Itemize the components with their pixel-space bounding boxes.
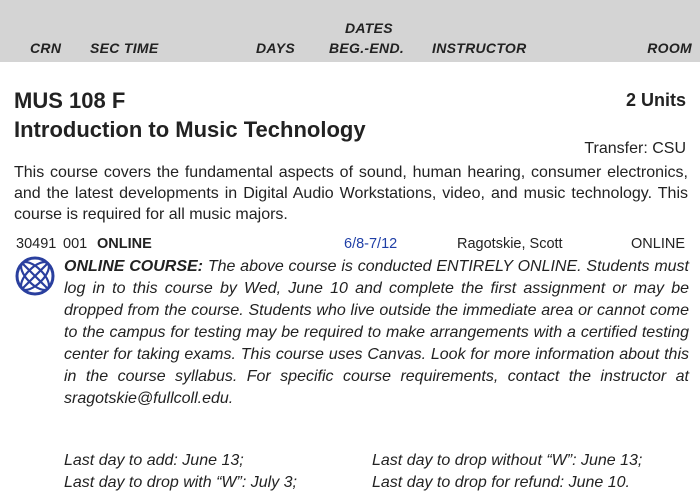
header-crn: CRN (30, 40, 62, 56)
section-mode: ONLINE (97, 236, 152, 252)
deadline-drop-with-w: Last day to drop with “W”: July 3; (64, 474, 297, 491)
course-description: This course covers the fundamental aspec… (14, 164, 688, 223)
column-header-bar: CRN SEC TIME DAYS DATES BEG.-END. INSTRU… (0, 0, 700, 62)
section-crn: 30491 (16, 236, 57, 252)
note-body: The above course is conducted ENTIRELY O… (64, 258, 690, 407)
deadline-add: Last day to add: June 13; (64, 452, 244, 469)
section-instructor: Ragotskie, Scott (457, 236, 563, 252)
header-days: DAYS (256, 40, 296, 56)
note-heading: ONLINE COURSE: (64, 258, 204, 275)
deadline-drop-without-w: Last day to drop without “W”: June 13; (372, 452, 643, 469)
transfer-info: Transfer: CSU (584, 140, 686, 157)
deadline-refund: Last day to drop for refund: June 10. (372, 474, 630, 491)
header-sec-time: SEC TIME (90, 40, 159, 56)
globe-icon (15, 256, 55, 296)
section-number: 001 (63, 236, 88, 252)
course-code: MUS 108 F (14, 88, 126, 113)
header-instructor: INSTRUCTOR (432, 40, 527, 56)
section-dates: 6/8-7/12 (344, 236, 398, 252)
header-dates: DATES (345, 20, 393, 36)
course-units: 2 Units (625, 90, 686, 110)
online-course-note: ONLINE COURSE: The above course is condu… (64, 256, 689, 410)
course-title: Introduction to Music Technology (14, 117, 366, 142)
header-beg-end: BEG.-END. (329, 40, 405, 56)
header-room: ROOM (647, 40, 692, 56)
section-room: ONLINE (631, 236, 685, 252)
